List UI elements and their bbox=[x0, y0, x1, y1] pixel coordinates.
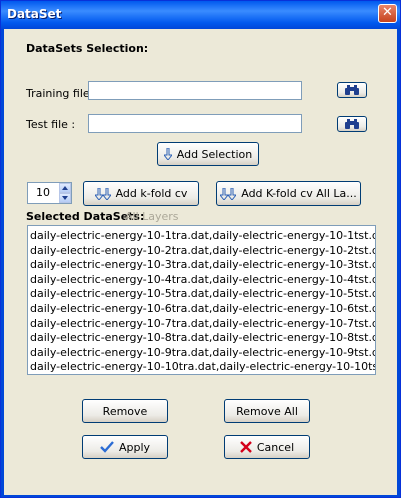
remove-button[interactable]: Remove bbox=[82, 399, 168, 423]
add-kfold-button[interactable]: Add k-fold cv bbox=[83, 181, 199, 206]
training-file-input[interactable] bbox=[88, 81, 302, 100]
apply-button[interactable]: Apply bbox=[82, 435, 168, 459]
all-layers-toggle[interactable]: All Layers bbox=[125, 210, 179, 223]
add-kfold-label: Add k-fold cv bbox=[115, 187, 188, 200]
close-button[interactable]: ✕ bbox=[378, 4, 397, 23]
list-item[interactable]: daily-electric-energy-10-5tra.dat,daily-… bbox=[28, 287, 375, 302]
test-file-label: Test file : bbox=[26, 118, 76, 131]
spinner-down-button[interactable] bbox=[59, 193, 71, 203]
selected-datasets-list[interactable]: daily-electric-energy-10-1tra.dat,daily-… bbox=[27, 225, 376, 375]
test-file-input[interactable] bbox=[88, 114, 302, 133]
remove-all-button[interactable]: Remove All bbox=[224, 399, 310, 423]
double-arrow-down-icon bbox=[94, 187, 111, 200]
binoculars-icon bbox=[345, 85, 359, 95]
test-browse-button[interactable] bbox=[337, 116, 367, 132]
add-selection-label: Add Selection bbox=[176, 147, 253, 161]
binoculars-icon bbox=[345, 119, 359, 129]
kfold-spinner[interactable]: 10 bbox=[27, 182, 72, 204]
chevron-up-icon bbox=[62, 186, 68, 190]
apply-label: Apply bbox=[118, 440, 151, 454]
list-item[interactable]: daily-electric-energy-10-10tra.dat,daily… bbox=[28, 360, 375, 374]
title-bar[interactable]: DataSet ✕ bbox=[1, 1, 400, 29]
training-browse-button[interactable] bbox=[337, 82, 367, 98]
list-item[interactable]: daily-electric-energy-10-4tra.dat,daily-… bbox=[28, 273, 375, 288]
remove-label: Remove bbox=[102, 404, 148, 418]
cancel-button[interactable]: Cancel bbox=[224, 435, 310, 459]
arrow-down-icon bbox=[163, 148, 172, 160]
spinner-up-button[interactable] bbox=[59, 183, 71, 193]
list-item[interactable]: daily-electric-energy-10-9tra.dat,daily-… bbox=[28, 346, 375, 361]
list-item[interactable]: daily-electric-energy-10-2tra.dat,daily-… bbox=[28, 244, 375, 259]
list-item[interactable]: daily-electric-energy-10-1tra.dat,daily-… bbox=[28, 229, 375, 244]
remove-all-label: Remove All bbox=[236, 404, 298, 418]
add-kfold-all-layers-button[interactable]: Add K-fold cv All La... bbox=[216, 181, 361, 206]
dialog-body: DataSets Selection: Training file : Test… bbox=[4, 29, 397, 495]
cancel-x-icon bbox=[240, 441, 252, 453]
cancel-label: Cancel bbox=[256, 440, 295, 454]
chevron-down-icon bbox=[62, 196, 68, 200]
training-file-label: Training file : bbox=[26, 87, 97, 100]
datasets-selection-heading: DataSets Selection: bbox=[26, 42, 149, 55]
list-item[interactable]: daily-electric-energy-10-6tra.dat,daily-… bbox=[28, 302, 375, 317]
checkmark-icon bbox=[100, 441, 114, 453]
list-item[interactable]: daily-electric-energy-10-7tra.dat,daily-… bbox=[28, 317, 375, 332]
list-item[interactable]: daily-electric-energy-10-3tra.dat,daily-… bbox=[28, 258, 375, 273]
kfold-value: 10 bbox=[36, 186, 50, 199]
dataset-dialog: DataSet ✕ DataSets Selection: Training f… bbox=[0, 0, 401, 498]
double-arrow-down-icon bbox=[220, 187, 237, 200]
window-title: DataSet bbox=[7, 7, 62, 21]
list-item[interactable]: daily-electric-energy-10-8tra.dat,daily-… bbox=[28, 331, 375, 346]
add-kfold-all-label: Add K-fold cv All La... bbox=[241, 187, 357, 200]
add-selection-button[interactable]: Add Selection bbox=[157, 142, 259, 166]
